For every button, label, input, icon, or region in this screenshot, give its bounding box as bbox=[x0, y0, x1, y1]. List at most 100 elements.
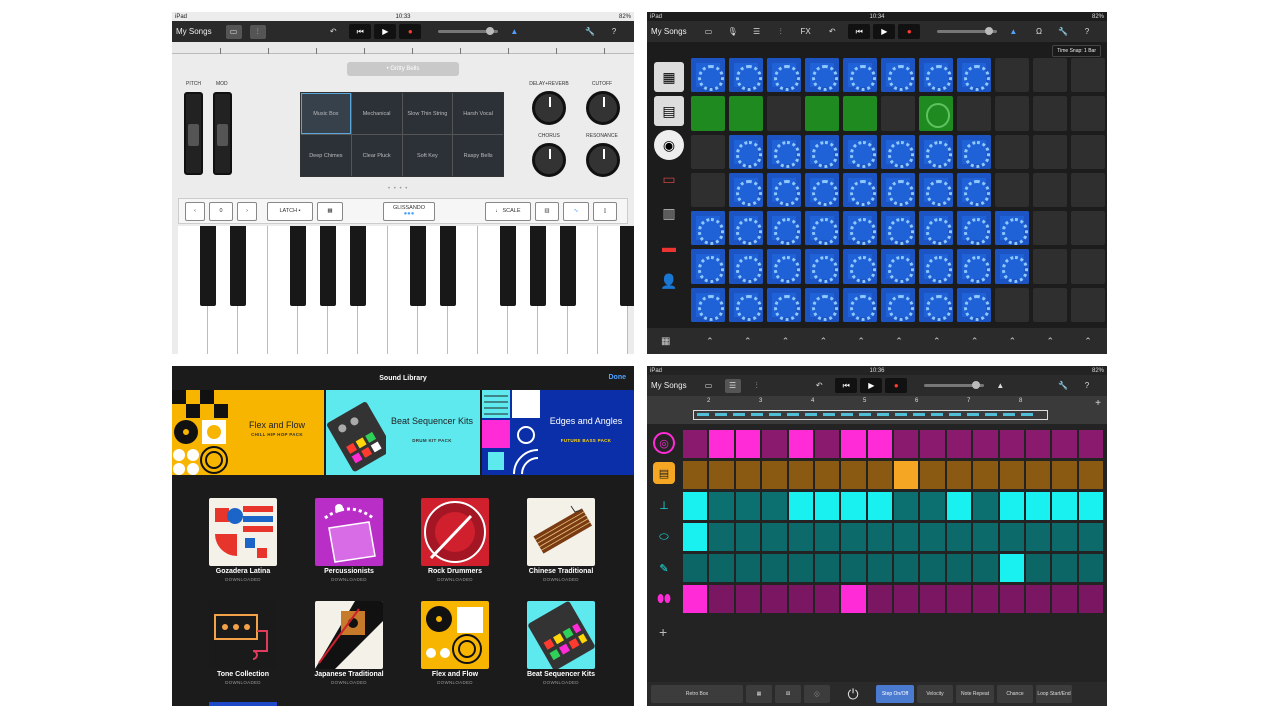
chance-button[interactable]: Chance bbox=[997, 685, 1033, 703]
headphones-icon[interactable]: Ω bbox=[1031, 25, 1047, 39]
loop-cell[interactable] bbox=[919, 172, 953, 208]
step-on[interactable] bbox=[841, 492, 866, 520]
add-section-icon[interactable]: + bbox=[1095, 398, 1101, 409]
preset-cell[interactable]: Raspy Bells bbox=[453, 135, 503, 176]
black-key[interactable] bbox=[200, 226, 216, 306]
black-key[interactable] bbox=[530, 226, 546, 306]
time-snap-label[interactable]: Time Snap: 1 Bar bbox=[1052, 45, 1101, 57]
step-off[interactable] bbox=[973, 492, 998, 520]
column-trigger-button[interactable]: ⌃ bbox=[1031, 336, 1069, 347]
pack-tile-tone-collection[interactable] bbox=[209, 601, 277, 669]
loop-cell[interactable] bbox=[919, 211, 953, 246]
loop-cell[interactable] bbox=[995, 172, 1029, 208]
step-off[interactable] bbox=[920, 585, 945, 613]
octave-down-button[interactable]: ‹ bbox=[185, 201, 205, 221]
pack-tile-rock-drummers[interactable] bbox=[421, 498, 489, 566]
step-on[interactable] bbox=[683, 492, 708, 520]
power-icon[interactable]: ⏻ bbox=[833, 685, 873, 703]
step-off[interactable] bbox=[735, 492, 761, 520]
undo-icon[interactable]: ↶ bbox=[824, 24, 840, 38]
play-button[interactable]: ▶ bbox=[374, 24, 397, 39]
step-on[interactable] bbox=[894, 461, 919, 489]
preset-cell[interactable]: Music Box bbox=[301, 93, 351, 134]
loop-cell[interactable] bbox=[691, 172, 725, 208]
loop-cell[interactable] bbox=[995, 287, 1029, 322]
banner-edges-and-angles[interactable]: Edges and Angles FUTURE BASS PACK bbox=[482, 390, 634, 475]
grid-view-icon[interactable]: ☰ bbox=[749, 25, 765, 39]
step-off[interactable] bbox=[762, 430, 787, 458]
loop-cell[interactable] bbox=[805, 96, 839, 131]
loop-cell[interactable] bbox=[1071, 58, 1105, 93]
kick-drum-icon[interactable]: ◎ bbox=[653, 432, 675, 454]
loop-cell[interactable] bbox=[729, 172, 763, 208]
mixer-icon[interactable]: ⫶ bbox=[749, 379, 765, 393]
step-off[interactable] bbox=[1052, 430, 1077, 458]
loop-cell[interactable] bbox=[995, 249, 1029, 284]
loop-cell[interactable] bbox=[805, 134, 839, 169]
step-off[interactable] bbox=[920, 554, 945, 582]
cutoff-knob[interactable] bbox=[586, 91, 620, 125]
step-off[interactable] bbox=[841, 461, 866, 489]
step-off[interactable] bbox=[920, 430, 945, 458]
loop-start-end-button[interactable]: Loop Start/End bbox=[1036, 685, 1072, 703]
loop-cell[interactable] bbox=[919, 58, 953, 93]
step-off[interactable] bbox=[894, 430, 919, 458]
preset-name[interactable]: • Gritty Bells bbox=[347, 62, 459, 76]
beat-pad-icon[interactable]: ▤ bbox=[654, 96, 684, 126]
loop-cell[interactable] bbox=[881, 211, 915, 246]
loop-cell[interactable] bbox=[843, 211, 877, 246]
synth-icon[interactable]: ▭ bbox=[654, 164, 684, 194]
loop-cell[interactable] bbox=[1033, 134, 1067, 169]
step-off[interactable] bbox=[1078, 523, 1103, 551]
column-trigger-button[interactable]: ⌃ bbox=[1069, 336, 1107, 347]
key-size-icon[interactable]: ▯ bbox=[593, 201, 617, 221]
step-on[interactable] bbox=[788, 492, 813, 520]
loop-cell[interactable] bbox=[919, 249, 953, 284]
step-off[interactable] bbox=[1078, 430, 1103, 458]
octave-up-button[interactable]: › bbox=[237, 201, 257, 221]
step-on[interactable] bbox=[735, 430, 761, 458]
loop-cell[interactable] bbox=[1071, 96, 1105, 131]
step-off[interactable] bbox=[999, 585, 1024, 613]
step-off[interactable] bbox=[814, 461, 840, 489]
loop-cell[interactable] bbox=[957, 287, 991, 322]
loop-cell[interactable] bbox=[843, 58, 877, 93]
step-on[interactable] bbox=[999, 554, 1024, 582]
edit-icon[interactable]: ▦ bbox=[661, 336, 670, 347]
loop-cell[interactable] bbox=[1071, 134, 1105, 169]
column-trigger-button[interactable]: ⌃ bbox=[691, 336, 729, 347]
hihat-icon[interactable]: ⊥ bbox=[653, 494, 675, 516]
step-off[interactable] bbox=[762, 585, 787, 613]
add-row-icon[interactable]: + bbox=[659, 624, 667, 640]
pack-tile-flex-and-flow[interactable] bbox=[421, 601, 489, 669]
loop-cell[interactable] bbox=[919, 134, 953, 169]
pitch-wheel[interactable] bbox=[184, 92, 203, 175]
step-off[interactable] bbox=[1025, 523, 1051, 551]
loop-cell[interactable] bbox=[691, 58, 725, 93]
drum-icon[interactable]: ◉ bbox=[654, 130, 684, 160]
loop-cell[interactable] bbox=[995, 96, 1029, 131]
metronome-icon[interactable]: ▲ bbox=[506, 25, 522, 39]
black-key[interactable] bbox=[620, 226, 634, 306]
loop-cell[interactable] bbox=[957, 249, 991, 284]
step-off[interactable] bbox=[920, 492, 945, 520]
pack-tile-chinese-traditional[interactable] bbox=[527, 498, 595, 566]
step-on[interactable] bbox=[867, 430, 892, 458]
step-off[interactable] bbox=[709, 461, 734, 489]
step-off[interactable] bbox=[1052, 585, 1077, 613]
pattern-icon[interactable]: ▦ bbox=[746, 685, 772, 703]
step-on[interactable] bbox=[814, 492, 840, 520]
cymbal-icon[interactable]: ⬭ bbox=[653, 526, 675, 548]
loop-cell[interactable] bbox=[957, 58, 991, 93]
column-trigger-button[interactable]: ⌃ bbox=[804, 336, 842, 347]
loop-cell[interactable] bbox=[729, 134, 763, 169]
step-off[interactable] bbox=[1025, 554, 1051, 582]
column-trigger-button[interactable]: ⌃ bbox=[767, 336, 805, 347]
step-on-off-button[interactable]: Step On/Off bbox=[876, 685, 914, 703]
column-trigger-button[interactable]: ⌃ bbox=[956, 336, 994, 347]
column-trigger-button[interactable]: ⌃ bbox=[729, 336, 767, 347]
step-off[interactable] bbox=[683, 554, 708, 582]
step-off[interactable] bbox=[1025, 461, 1051, 489]
step-off[interactable] bbox=[841, 554, 866, 582]
loop-cell[interactable] bbox=[843, 134, 877, 169]
